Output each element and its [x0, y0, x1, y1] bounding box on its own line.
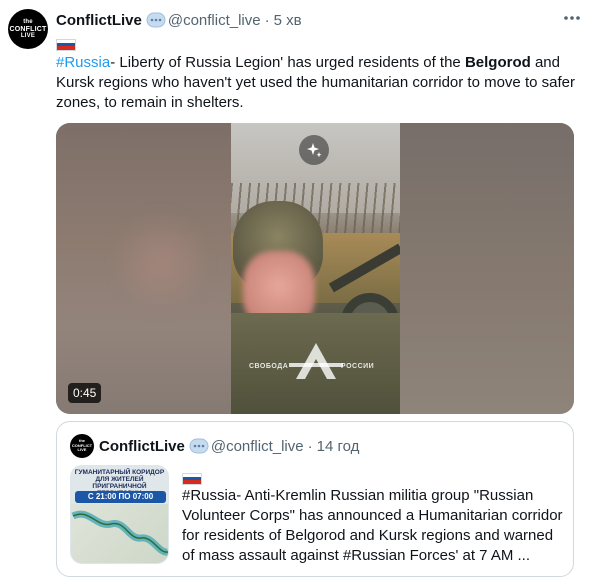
quoted-author-name: ConflictLive: [99, 437, 185, 455]
video-blur-face: [116, 203, 206, 323]
watermark-text: РОССИИ: [341, 363, 375, 370]
tweet-text-part: - Liberty of Russia Legion' has urged re…: [110, 54, 465, 71]
tweet-header: ConflictLive @conflict_live · 5 хв: [56, 9, 302, 31]
avatar-text-line: LIVE: [77, 447, 87, 453]
quoted-handle: @conflict_live: [210, 437, 304, 455]
verified-badge-icon: [189, 438, 209, 454]
separator-dot: ·: [264, 11, 270, 29]
sparkle-icon[interactable]: [299, 135, 329, 165]
avatar-text-line: the: [23, 18, 33, 25]
thumb-time: С 21:00 ПО 07:00: [75, 491, 166, 503]
avatar-text-line: CONFLICT: [9, 25, 47, 33]
avatar-text-line: LIVE: [20, 32, 36, 39]
tweet-text: #Russia- Liberty of Russia Legion' has u…: [56, 53, 576, 113]
video-player[interactable]: СВОБОДА РОССИИ 0:45: [56, 123, 574, 414]
timestamp[interactable]: 5 хв: [274, 12, 302, 29]
tweet-text-bold: Belgorod: [464, 54, 531, 71]
quoted-tweet[interactable]: the CONFLICT LIVE ConflictLive @conflict…: [56, 421, 574, 577]
avatar[interactable]: the CONFLICT LIVE: [8, 9, 48, 49]
quoted-text: #Russia- Anti-Kremlin Russian militia gr…: [182, 487, 563, 564]
video-frame: СВОБОДА РОССИИ: [231, 123, 400, 414]
video-duration: 0:45: [68, 383, 102, 403]
map-graphic: [71, 504, 168, 563]
quoted-header: ConflictLive @conflict_live · 14 год: [99, 434, 359, 458]
quoted-avatar[interactable]: the CONFLICT LIVE: [70, 434, 94, 458]
more-horizontal-icon[interactable]: [560, 8, 584, 28]
author-name[interactable]: ConflictLive: [56, 12, 142, 29]
author-handle[interactable]: @conflict_live: [168, 12, 261, 29]
quoted-timestamp: 14 год: [316, 437, 360, 455]
video-blur-right: [400, 123, 574, 414]
quoted-image[interactable]: ГУМАНИТАРНЫЙ КОРИДОР ДЛЯ ЖИТЕЛЕЙ ПРИГРАН…: [70, 465, 169, 564]
watermark-logo-icon: [281, 341, 351, 381]
hashtag-link[interactable]: #Russia: [56, 54, 110, 71]
separator-dot: ·: [307, 437, 313, 455]
tweet[interactable]: the CONFLICT LIVE ConflictLive @conflict…: [0, 0, 598, 584]
verified-badge-icon: [146, 12, 166, 28]
watermark-text: СВОБОДА: [249, 363, 289, 370]
russia-flag-icon: [56, 36, 76, 54]
